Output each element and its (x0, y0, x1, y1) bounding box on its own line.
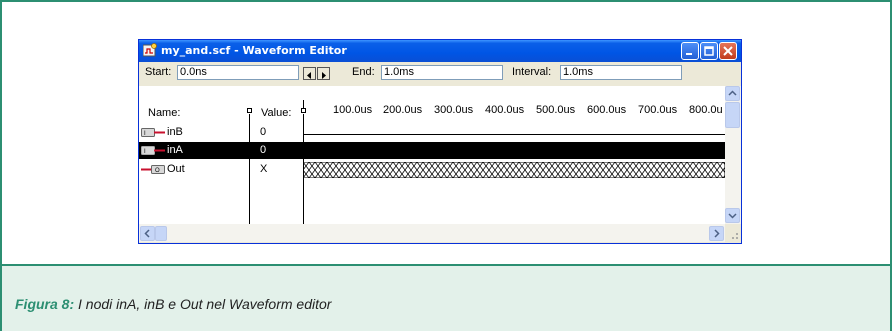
waveform-app-icon (143, 43, 157, 57)
scroll-down-button[interactable] (725, 208, 740, 223)
horizontal-scroll-thumb[interactable] (155, 226, 167, 241)
maximize-button[interactable] (700, 42, 718, 60)
waveform-pane: Name: Value: 100.0us 200.0us 300.0us 400… (139, 86, 725, 224)
caption-bar: Figura 8: I nodi inA, inB e Out nel Wave… (2, 264, 890, 331)
start-label: Start: (145, 66, 172, 78)
input-pin-icon: I (141, 146, 165, 155)
horizontal-scrollbar[interactable] (139, 224, 725, 242)
time-tick-label: 100.0us (333, 104, 373, 116)
output-pin-icon: O (141, 165, 165, 174)
time-tick-label: 700.0us (638, 104, 678, 116)
maximize-icon (704, 46, 714, 56)
node-name: inB (167, 126, 183, 138)
chevron-left-icon (144, 229, 150, 238)
node-name: Out (167, 163, 185, 175)
close-button[interactable] (719, 42, 737, 60)
value-column-header: Value: (261, 107, 292, 119)
close-icon (723, 46, 733, 56)
scroll-right-arrow-button[interactable] (709, 226, 724, 241)
caption-text: I nodi inA, inB e Out nel Waveform edito… (78, 296, 332, 312)
resize-grip[interactable] (725, 224, 741, 242)
time-toolbar: Start: 0.0ns End: 1.0ms Interval: 1.0ms (139, 62, 741, 86)
node-row-Out[interactable]: O Out X (139, 161, 725, 178)
node-row-inA[interactable]: I inA 0 (139, 142, 725, 159)
window-title: my_and.scf - Waveform Editor (161, 44, 347, 57)
column-resize-handle[interactable] (247, 108, 252, 113)
interval-label: Interval: (512, 66, 552, 78)
scroll-left-arrow-button[interactable] (140, 226, 155, 241)
figure-frame: my_and.scf - Waveform Editor Start: 0.0n… (0, 0, 892, 331)
scroll-up-button[interactable] (725, 86, 740, 101)
node-value: X (260, 163, 268, 175)
time-tick-label: 400.0us (485, 104, 525, 116)
time-tick-label: 200.0us (383, 104, 423, 116)
end-time-field[interactable]: 1.0ms (381, 65, 503, 80)
start-time-field[interactable]: 0.0ns (177, 65, 299, 80)
waveform-editor-window: my_and.scf - Waveform Editor Start: 0.0n… (138, 39, 742, 244)
interval-field[interactable]: 1.0ms (560, 65, 682, 80)
node-value: 0 (260, 126, 267, 138)
column-resize-handle[interactable] (301, 108, 306, 113)
resize-grip-icon (732, 233, 738, 239)
waveform-Out[interactable] (303, 162, 725, 178)
arrow-left-icon (307, 72, 311, 79)
chevron-up-icon (728, 90, 737, 96)
arrow-right-icon (322, 72, 326, 79)
time-tick-label: 600.0us (587, 104, 627, 116)
waveform-inA[interactable] (303, 142, 725, 159)
figure-number: Figura 8: (15, 296, 75, 312)
scroll-left-button[interactable] (303, 67, 316, 80)
end-label: End: (352, 66, 375, 78)
figure-body: my_and.scf - Waveform Editor Start: 0.0n… (2, 2, 890, 264)
node-name: inA (167, 144, 183, 156)
time-tick-label: 500.0us (536, 104, 576, 116)
minimize-icon (686, 53, 692, 55)
input-pin-icon: I (141, 128, 165, 137)
waveform-inB[interactable] (303, 134, 725, 135)
chevron-down-icon (728, 213, 737, 219)
time-tick-label: 800.0u (689, 104, 723, 116)
node-row-inB[interactable]: I inB 0 (139, 124, 725, 141)
name-column-header: Name: (148, 107, 181, 119)
minimize-button[interactable] (681, 42, 699, 60)
figure-caption: Figura 8: I nodi inA, inB e Out nel Wave… (15, 296, 331, 312)
title-bar[interactable]: my_and.scf - Waveform Editor (139, 40, 741, 62)
chevron-right-icon (714, 229, 720, 238)
value-column-divider[interactable] (303, 114, 304, 224)
svg-text:O: O (155, 168, 160, 174)
name-column-divider[interactable] (249, 114, 250, 224)
scroll-right-button[interactable] (317, 67, 330, 80)
vertical-scroll-thumb[interactable] (725, 102, 740, 128)
vertical-scrollbar[interactable] (725, 86, 741, 224)
node-value: 0 (260, 144, 267, 156)
time-tick-label: 300.0us (434, 104, 474, 116)
